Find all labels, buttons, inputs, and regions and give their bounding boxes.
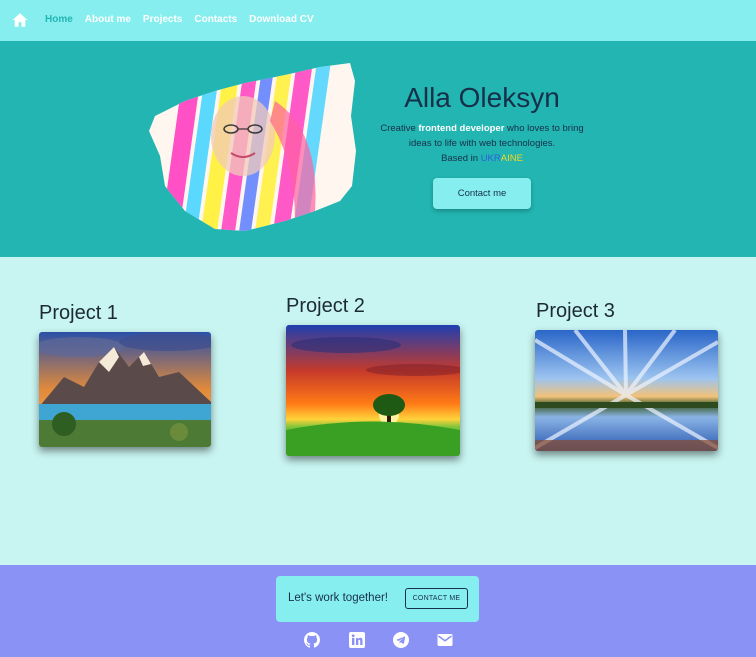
project-2-image[interactable]: [286, 325, 460, 456]
portrait-image: [149, 63, 356, 231]
contact-me-button[interactable]: Contact me: [433, 178, 531, 209]
project-1-image[interactable]: [39, 332, 211, 447]
nav-link-projects[interactable]: Projects: [143, 14, 182, 25]
hero-name: Alla Oleksyn: [404, 82, 560, 113]
linkedin-icon[interactable]: [349, 632, 365, 648]
home-icon[interactable]: [11, 11, 29, 29]
footer: Let's work together! CONTACT ME: [0, 565, 756, 657]
projects-section: Project 1 Project 2 Project 3: [0, 257, 756, 565]
nav-link-download-cv[interactable]: Download CV: [249, 14, 313, 25]
project-2-title: Project 2: [286, 295, 365, 317]
nav-link-about[interactable]: About me: [85, 14, 131, 25]
cta-box: Let's work together! CONTACT ME: [276, 576, 479, 622]
hero-location: Based in UKRAINE: [441, 153, 523, 164]
hero-text: Alla Oleksyn Creative frontend developer…: [372, 41, 592, 257]
project-3-title: Project 3: [536, 300, 615, 322]
github-icon[interactable]: [304, 632, 320, 648]
cta-text: Let's work together!: [288, 592, 388, 604]
nav-link-contacts[interactable]: Contacts: [194, 14, 237, 25]
mail-icon[interactable]: [437, 632, 453, 648]
project-1-title: Project 1: [39, 302, 118, 324]
telegram-icon[interactable]: [393, 632, 409, 648]
hero-tagline-2: ideas to life with web technologies.: [408, 138, 556, 149]
nav-links: Home About me Projects Contacts Download…: [45, 14, 326, 25]
hero-section: Alla Oleksyn Creative frontend developer…: [0, 41, 756, 257]
footer-contact-button[interactable]: CONTACT ME: [405, 588, 468, 609]
nav-link-home[interactable]: Home: [45, 14, 73, 25]
project-3-image[interactable]: [535, 330, 718, 451]
highlight-role: frontend developer: [418, 123, 505, 134]
hero-tagline-1: Creative frontend developer who loves to…: [380, 123, 584, 134]
top-nav: Home About me Projects Contacts Download…: [0, 0, 756, 41]
